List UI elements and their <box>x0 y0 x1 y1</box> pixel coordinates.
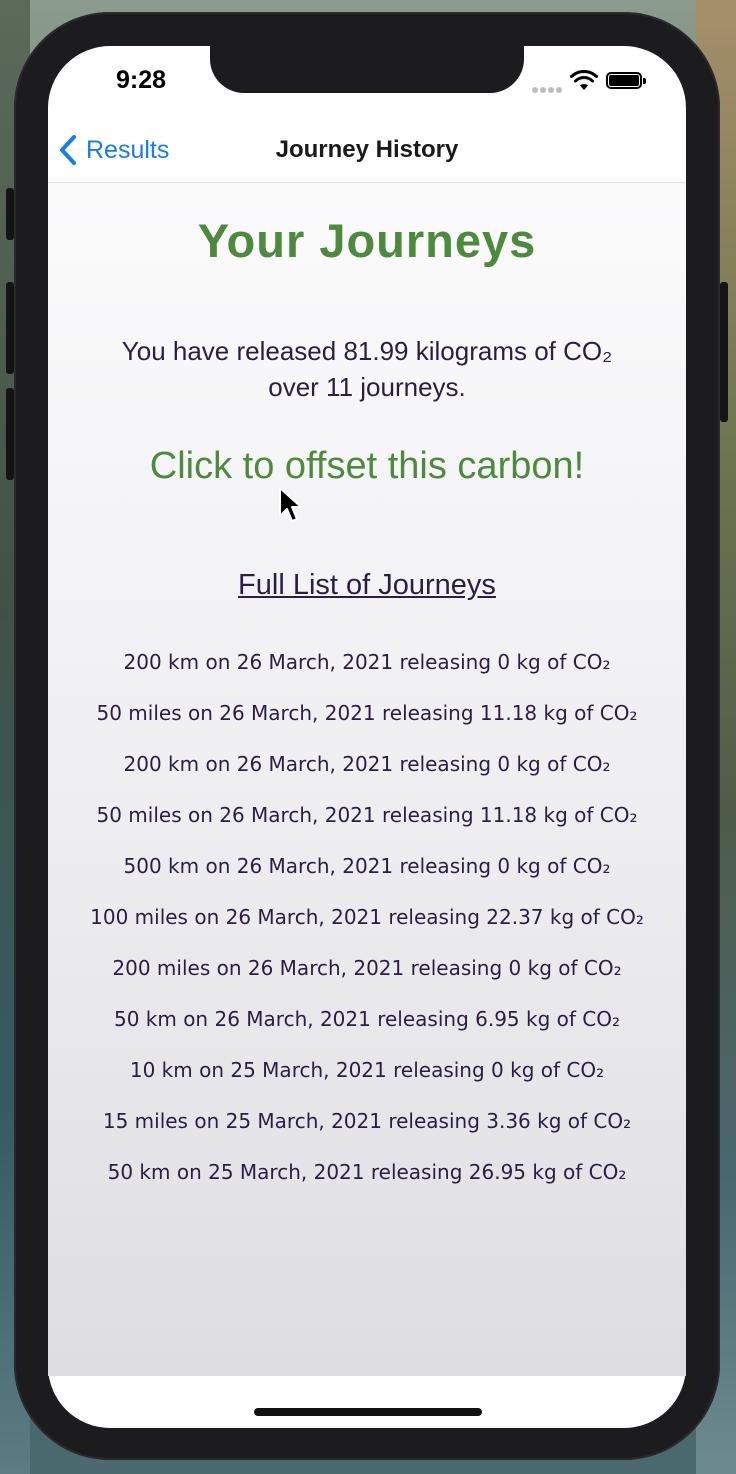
home-indicator[interactable] <box>254 1408 482 1416</box>
volume-down-button <box>6 388 14 480</box>
journey-item: 100 miles on 26 March, 2021 releasing 22… <box>90 905 644 929</box>
journey-item: 10 km on 25 March, 2021 releasing 0 kg o… <box>129 1058 605 1082</box>
status-icons <box>530 70 650 94</box>
summary-line-2: over 11 journeys. <box>268 372 466 402</box>
journey-item: 200 km on 26 March, 2021 releasing 0 kg … <box>123 650 611 674</box>
journey-list-title: Full List of Journeys <box>238 569 496 601</box>
page-heading: Your Journeys <box>197 214 537 267</box>
mute-switch <box>6 188 14 240</box>
journey-item: 50 km on 25 March, 2021 releasing 26.95 … <box>107 1160 627 1184</box>
journey-item: 50 miles on 26 March, 2021 releasing 11.… <box>96 803 638 827</box>
summary-line-1: You have released 81.99 kilograms of CO₂ <box>121 336 613 366</box>
journey-item: 50 miles on 26 March, 2021 releasing 11.… <box>96 701 638 725</box>
power-button <box>720 282 728 422</box>
journey-history-content: Your Journeys You have released 81.99 ki… <box>48 183 686 1376</box>
journey-item: 500 km on 26 March, 2021 releasing 0 kg … <box>123 854 611 878</box>
journey-item: 50 km on 26 March, 2021 releasing 6.95 k… <box>113 1007 621 1031</box>
journey-item: 200 km on 26 March, 2021 releasing 0 kg … <box>123 752 611 776</box>
journey-item: 200 miles on 26 March, 2021 releasing 0 … <box>112 956 622 980</box>
wifi-icon <box>570 70 598 90</box>
cellular-signal-icon <box>532 80 564 98</box>
journey-item: 15 miles on 25 March, 2021 releasing 3.3… <box>102 1109 632 1133</box>
offset-carbon-button[interactable]: Click to offset this carbon! <box>48 445 686 488</box>
notch <box>210 45 524 93</box>
journey-list: 200 km on 26 March, 2021 releasing 0 kg … <box>66 649 668 1210</box>
volume-up-button <box>6 282 14 374</box>
status-time: 9:28 <box>115 66 167 94</box>
mouse-cursor-icon <box>279 487 302 522</box>
nav-title: Journey History <box>275 136 459 163</box>
navigation-bar: Results Journey History <box>48 120 686 183</box>
battery-icon <box>606 72 646 89</box>
emissions-summary: You have released 81.99 kilograms of CO₂… <box>88 333 646 405</box>
